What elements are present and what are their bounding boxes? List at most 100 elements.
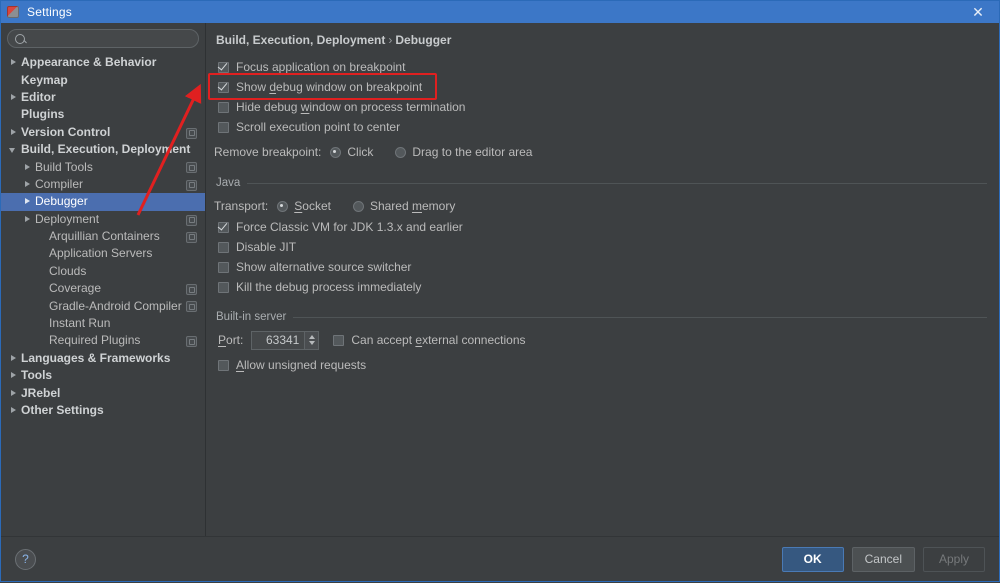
- sidebar-item-gradle-android-compiler[interactable]: Gradle-Android Compiler: [1, 297, 205, 314]
- sidebar-item-appearance-behavior[interactable]: Appearance & Behavior: [1, 54, 205, 71]
- chevron-right-icon[interactable]: [9, 354, 18, 363]
- builtin-server-section-header: Built-in server: [216, 311, 987, 323]
- sidebar-item-label: Other Settings: [21, 402, 104, 419]
- transport-option-socket[interactable]: Socket: [277, 199, 331, 213]
- checkbox-label: Allow unsigned requests: [236, 358, 366, 372]
- checkbox-icon: [218, 222, 229, 233]
- transport-option-shared-memory[interactable]: Shared memory: [353, 199, 455, 213]
- radio-label: Shared memory: [370, 199, 455, 213]
- cancel-button[interactable]: Cancel: [852, 547, 915, 572]
- checkbox-icon: [218, 360, 229, 371]
- sidebar-item-required-plugins[interactable]: Required Plugins: [1, 332, 205, 349]
- settings-sidebar: Appearance & BehaviorKeymapEditorPlugins…: [1, 23, 206, 536]
- close-icon[interactable]: ✕: [965, 1, 991, 23]
- sidebar-item-application-servers[interactable]: Application Servers: [1, 245, 205, 262]
- help-icon[interactable]: ?: [15, 549, 36, 570]
- breadcrumb-parent[interactable]: Build, Execution, Deployment: [216, 33, 385, 47]
- chevron-right-icon[interactable]: [23, 197, 32, 206]
- settings-main-panel: Build, Execution, Deployment›Debugger Fo…: [206, 23, 999, 536]
- sidebar-item-jrebel[interactable]: JRebel: [1, 384, 205, 401]
- chevron-down-icon[interactable]: [9, 145, 18, 154]
- can-accept-external-connections-checkbox[interactable]: Can accept external connections: [333, 333, 525, 347]
- search-box[interactable]: [7, 29, 199, 48]
- sidebar-item-plugins[interactable]: Plugins: [1, 106, 205, 123]
- port-spinner-buttons[interactable]: [304, 332, 318, 349]
- breadcrumb: Build, Execution, Deployment›Debugger: [216, 33, 987, 47]
- chevron-right-icon[interactable]: [9, 371, 18, 380]
- project-scope-icon: [186, 336, 197, 347]
- general-option-checkbox-1[interactable]: Show debug window on breakpoint: [218, 77, 987, 97]
- sidebar-item-coverage[interactable]: Coverage: [1, 280, 205, 297]
- dialog-footer: ? OK Cancel Apply: [1, 536, 999, 581]
- remove-breakpoint-option-click[interactable]: Click: [330, 145, 373, 159]
- sidebar-item-label: JRebel: [21, 385, 60, 402]
- java-option-checkbox-0[interactable]: Force Classic VM for JDK 1.3.x and earli…: [218, 217, 987, 237]
- chevron-right-icon[interactable]: [23, 163, 32, 172]
- remove-breakpoint-option-drag[interactable]: Drag to the editor area: [395, 145, 532, 159]
- sidebar-item-label: Application Servers: [49, 245, 152, 262]
- remove-breakpoint-label: Remove breakpoint:: [214, 145, 321, 159]
- chevron-right-icon[interactable]: [9, 128, 18, 137]
- java-option-checkbox-2[interactable]: Show alternative source switcher: [218, 257, 987, 277]
- sidebar-item-arquillian-containers[interactable]: Arquillian Containers: [1, 228, 205, 245]
- sidebar-item-build-tools[interactable]: Build Tools: [1, 158, 205, 175]
- sidebar-item-debugger[interactable]: Debugger: [1, 193, 205, 210]
- sidebar-item-label: Required Plugins: [49, 332, 140, 349]
- chevron-up-icon[interactable]: [309, 335, 315, 339]
- transport-row: Transport: Socket Shared memory: [214, 195, 987, 217]
- tree-spacer: [37, 319, 46, 328]
- port-value: 63341: [252, 333, 304, 347]
- sidebar-item-label: Build, Execution, Deployment: [21, 141, 190, 158]
- sidebar-item-other-settings[interactable]: Other Settings: [1, 402, 205, 419]
- checkbox-label: Show alternative source switcher: [236, 260, 411, 274]
- checkbox-icon: [218, 122, 229, 133]
- ok-button[interactable]: OK: [782, 547, 844, 572]
- checkbox-icon: [333, 335, 344, 346]
- chevron-right-icon[interactable]: [23, 180, 32, 189]
- sidebar-item-label: Tools: [21, 367, 52, 384]
- sidebar-item-label: Plugins: [21, 106, 64, 123]
- sidebar-item-version-control[interactable]: Version Control: [1, 124, 205, 141]
- sidebar-item-label: Appearance & Behavior: [21, 54, 156, 71]
- tree-spacer: [37, 336, 46, 345]
- sidebar-item-compiler[interactable]: Compiler: [1, 176, 205, 193]
- sidebar-item-deployment[interactable]: Deployment: [1, 211, 205, 228]
- radio-icon: [395, 147, 406, 158]
- title-bar: Settings ✕: [1, 1, 999, 23]
- checkbox-icon: [218, 282, 229, 293]
- chevron-right-icon[interactable]: [9, 406, 18, 415]
- checkbox-icon: [218, 62, 229, 73]
- settings-tree: Appearance & BehaviorKeymapEditorPlugins…: [1, 54, 205, 419]
- sidebar-item-build-execution-deployment[interactable]: Build, Execution, Deployment: [1, 141, 205, 158]
- breadcrumb-current: Debugger: [395, 33, 451, 47]
- intellij-icon: [7, 6, 19, 18]
- chevron-right-icon[interactable]: [9, 93, 18, 102]
- search-input[interactable]: [25, 32, 191, 46]
- sidebar-item-instant-run[interactable]: Instant Run: [1, 315, 205, 332]
- java-option-checkbox-1[interactable]: Disable JIT: [218, 237, 987, 257]
- dialog-body: Appearance & BehaviorKeymapEditorPlugins…: [1, 23, 999, 536]
- project-scope-icon: [186, 162, 197, 173]
- project-scope-icon: [186, 128, 197, 139]
- chevron-right-icon[interactable]: [9, 389, 18, 398]
- sidebar-item-tools[interactable]: Tools: [1, 367, 205, 384]
- sidebar-item-editor[interactable]: Editor: [1, 89, 205, 106]
- chevron-right-icon[interactable]: [9, 58, 18, 67]
- radio-icon: [330, 147, 341, 158]
- chevron-right-icon[interactable]: [23, 215, 32, 224]
- sidebar-item-label: Arquillian Containers: [49, 228, 160, 245]
- sidebar-item-label: Build Tools: [35, 159, 93, 176]
- allow-unsigned-requests-checkbox[interactable]: Allow unsigned requests: [218, 355, 987, 375]
- general-option-checkbox-0[interactable]: Focus application on breakpoint: [218, 57, 987, 77]
- java-option-checkbox-3[interactable]: Kill the debug process immediately: [218, 277, 987, 297]
- sidebar-item-languages-frameworks[interactable]: Languages & Frameworks: [1, 350, 205, 367]
- general-option-checkbox-2[interactable]: Hide debug window on process termination: [218, 97, 987, 117]
- chevron-down-icon[interactable]: [309, 341, 315, 345]
- breadcrumb-separator: ›: [385, 33, 395, 47]
- checkbox-label: Can accept external connections: [351, 333, 525, 347]
- remove-breakpoint-row: Remove breakpoint: Click Drag to the edi…: [214, 141, 987, 163]
- general-option-checkbox-3[interactable]: Scroll execution point to center: [218, 117, 987, 137]
- sidebar-item-keymap[interactable]: Keymap: [1, 71, 205, 88]
- sidebar-item-clouds[interactable]: Clouds: [1, 263, 205, 280]
- port-stepper[interactable]: 63341: [251, 331, 319, 350]
